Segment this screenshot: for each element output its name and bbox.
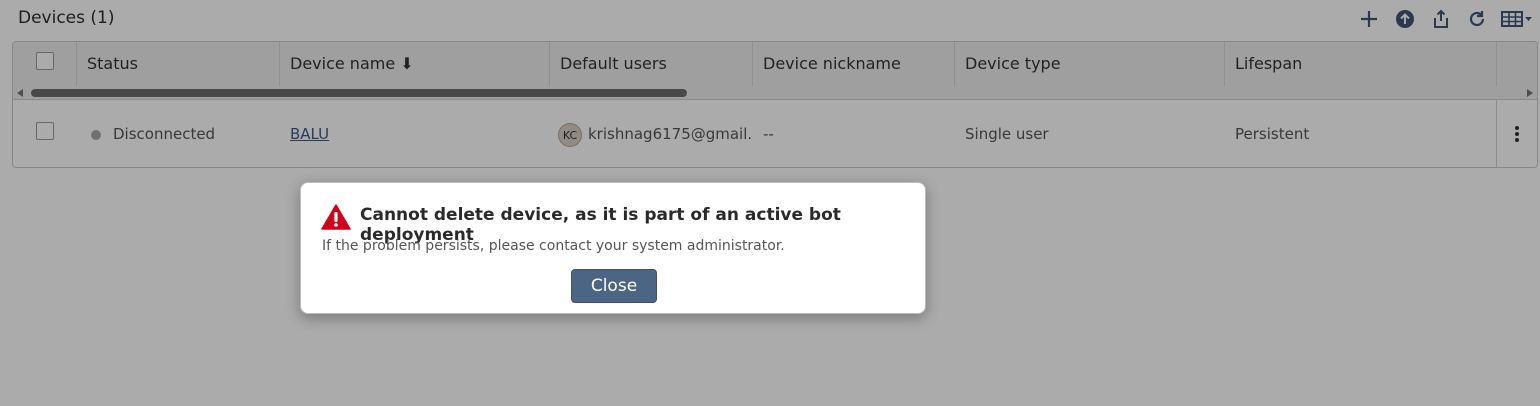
- warning-triangle-icon: [321, 204, 351, 234]
- close-button[interactable]: Close: [571, 269, 657, 303]
- devices-page: Devices (1) Status Device name ⬇ Default…: [0, 0, 1540, 406]
- dialog-message: If the problem persists, please contact …: [322, 238, 785, 254]
- error-dialog: Cannot delete device, as it is part of a…: [300, 182, 926, 314]
